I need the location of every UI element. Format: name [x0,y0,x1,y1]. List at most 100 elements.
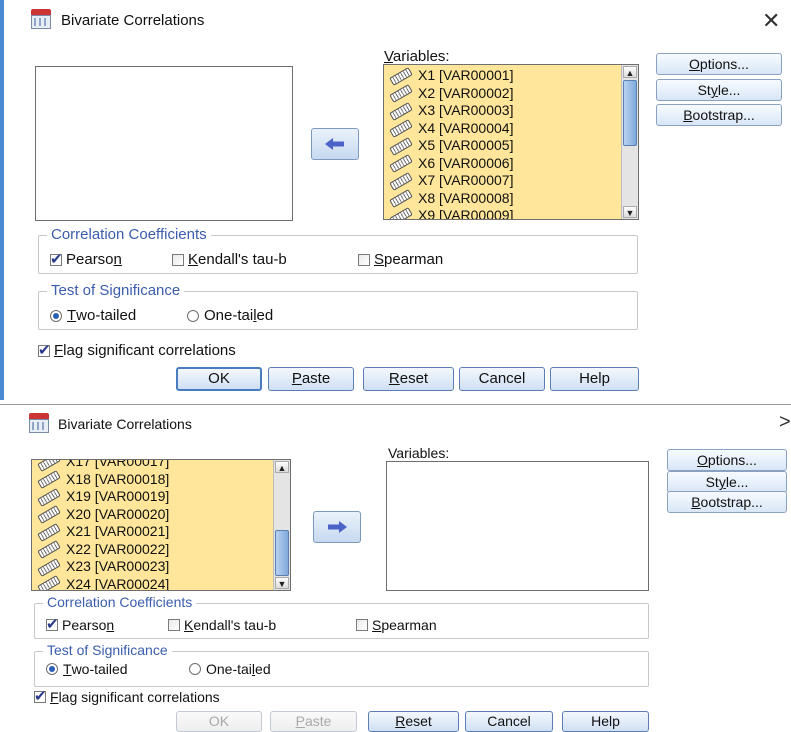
radio-icon[interactable] [50,309,62,322]
flag-significant-checkbox[interactable]: Flag significant correlations [38,341,236,359]
variable-label: X5 [VAR00005] [418,137,514,153]
dialog-title: Bivariate Correlations [61,12,205,29]
checkbox-icon[interactable] [34,687,47,705]
spearman-checkbox[interactable]: Spearman [358,251,443,268]
checkbox-icon[interactable] [358,253,370,266]
scroll-down-icon[interactable]: ▼ [623,206,637,218]
close-icon[interactable]: > [779,411,791,434]
scroll-down-icon[interactable]: ▼ [275,577,289,589]
kendall-checkbox[interactable]: Kendall's tau-b [168,617,276,633]
scale-ruler-icon [389,206,413,219]
ok-button[interactable]: OK [176,367,262,391]
variable-item[interactable]: X2 [VAR00002] [384,84,622,104]
scroll-up-icon[interactable]: ▲ [623,66,637,78]
radio-icon[interactable] [46,663,58,675]
two-tailed-radio[interactable]: Two-tailed [46,661,128,677]
title-bar: Bivariate Correlations ✕ [0,0,791,38]
help-button[interactable]: Help [550,367,639,391]
source-variable-list[interactable]: X17 [VAR00017] X18 [VAR00018] X19 [VAR0001… [31,459,291,591]
variable-item[interactable]: X6 [VAR00006] [384,154,622,174]
variables-list[interactable]: X1 [VAR00001] X2 [VAR00002] X3 [VAR00003] X… [383,64,639,220]
checkbox-icon[interactable] [38,341,51,359]
scrollbar[interactable]: ▲ ▼ [273,460,290,590]
checkbox-icon[interactable] [356,619,368,631]
variable-item[interactable]: X20 [VAR00020] [32,505,274,525]
variable-item[interactable]: X24 [VAR00024] [32,575,274,590]
test-of-significance-label: Test of Significance [43,642,172,658]
scale-ruler-icon [37,487,61,507]
scale-ruler-icon [389,66,413,86]
variable-item[interactable]: X21 [VAR00021] [32,522,274,542]
scroll-thumb[interactable] [623,80,637,146]
dialog-title: Bivariate Correlations [58,416,192,432]
variable-item[interactable]: X23 [VAR00023] [32,557,274,577]
scrollbar[interactable]: ▲ ▼ [621,65,638,219]
paste-button[interactable]: Paste [270,711,357,732]
radio-icon[interactable] [189,663,201,675]
kendall-checkbox[interactable]: Kendall's tau-b [172,251,287,268]
ok-button[interactable]: OK [176,711,262,732]
variable-label: X9 [VAR00009] [418,207,514,220]
radio-icon[interactable] [187,309,199,322]
bootstrap-button[interactable]: Bootstrap... [656,104,782,126]
scroll-thumb[interactable] [275,530,289,576]
bivariate-correlations-dialog-2: Bivariate Correlations > X17 [VAR00017] X… [0,404,791,732]
variable-label: X1 [VAR00001] [418,67,514,83]
style-button[interactable]: Style... [667,471,787,493]
variable-label: X17 [VAR00017] [66,459,170,469]
scale-ruler-icon [389,171,413,191]
source-variable-list[interactable] [35,66,293,221]
scale-ruler-icon [37,575,61,590]
scale-ruler-icon [389,119,413,139]
scale-ruler-icon [389,84,413,104]
reset-button[interactable]: Reset [368,711,459,732]
variable-item[interactable]: X8 [VAR00008] [384,189,622,209]
window-edge [0,0,4,400]
one-tailed-radio[interactable]: One-tai l ed [187,307,273,324]
scale-ruler-icon [389,154,413,174]
cancel-button[interactable]: Cancel [465,711,553,732]
variable-item[interactable]: X5 [VAR00005] [384,136,622,156]
scroll-up-icon[interactable]: ▲ [275,461,289,473]
options-button[interactable]: Options... [667,449,787,471]
scale-ruler-icon [37,470,61,490]
reset-button[interactable]: Reset [363,367,454,391]
spss-app-icon [29,413,49,433]
options-button[interactable]: Options... [656,53,782,75]
variable-item[interactable]: X1 [VAR00001] [384,66,622,86]
one-tailed-radio[interactable]: One-tai l ed [189,661,271,677]
scale-ruler-icon [389,189,413,209]
arrow-right-icon [328,521,347,533]
move-variable-button[interactable] [313,511,361,543]
pearson-checkbox[interactable]: Pearson [50,250,122,268]
pearson-checkbox[interactable]: Pearson [46,615,114,633]
cancel-button[interactable]: Cancel [459,367,545,391]
help-button[interactable]: Help [562,711,649,732]
variable-item[interactable]: X22 [VAR00022] [32,540,274,560]
checkbox-icon[interactable] [46,615,59,633]
paste-button[interactable]: Paste [268,367,354,391]
variable-item[interactable]: X19 [VAR00019] [32,487,274,507]
variable-item[interactable]: X4 [VAR00004] [384,119,622,139]
close-icon[interactable]: ✕ [762,8,780,34]
variable-item[interactable]: X7 [VAR00007] [384,171,622,191]
move-variable-button[interactable] [311,128,359,160]
spearman-checkbox[interactable]: Spearman [356,617,437,633]
variable-label: X2 [VAR00002] [418,84,514,101]
scale-ruler-icon [37,505,61,525]
variable-label: X3 [VAR00003] [418,102,514,118]
variable-item[interactable]: X18 [VAR00018] [32,470,274,490]
checkbox-icon[interactable] [50,250,63,268]
title-bar: Bivariate Correlations > [0,405,791,443]
variable-label: X8 [VAR00008] [418,189,514,206]
variables-list[interactable] [386,461,649,591]
checkbox-icon[interactable] [172,253,184,266]
bootstrap-button[interactable]: Bootstrap... [667,491,787,513]
two-tailed-radio[interactable]: Two-tailed [50,307,136,324]
variable-item[interactable]: X17 [VAR00017] [32,459,274,472]
flag-significant-checkbox[interactable]: Flag significant correlations [34,687,220,705]
style-button[interactable]: Style... [656,79,782,101]
checkbox-icon[interactable] [168,619,180,631]
variable-item[interactable]: X9 [VAR00009] [384,206,622,220]
variable-item[interactable]: X3 [VAR00003] [384,101,622,121]
